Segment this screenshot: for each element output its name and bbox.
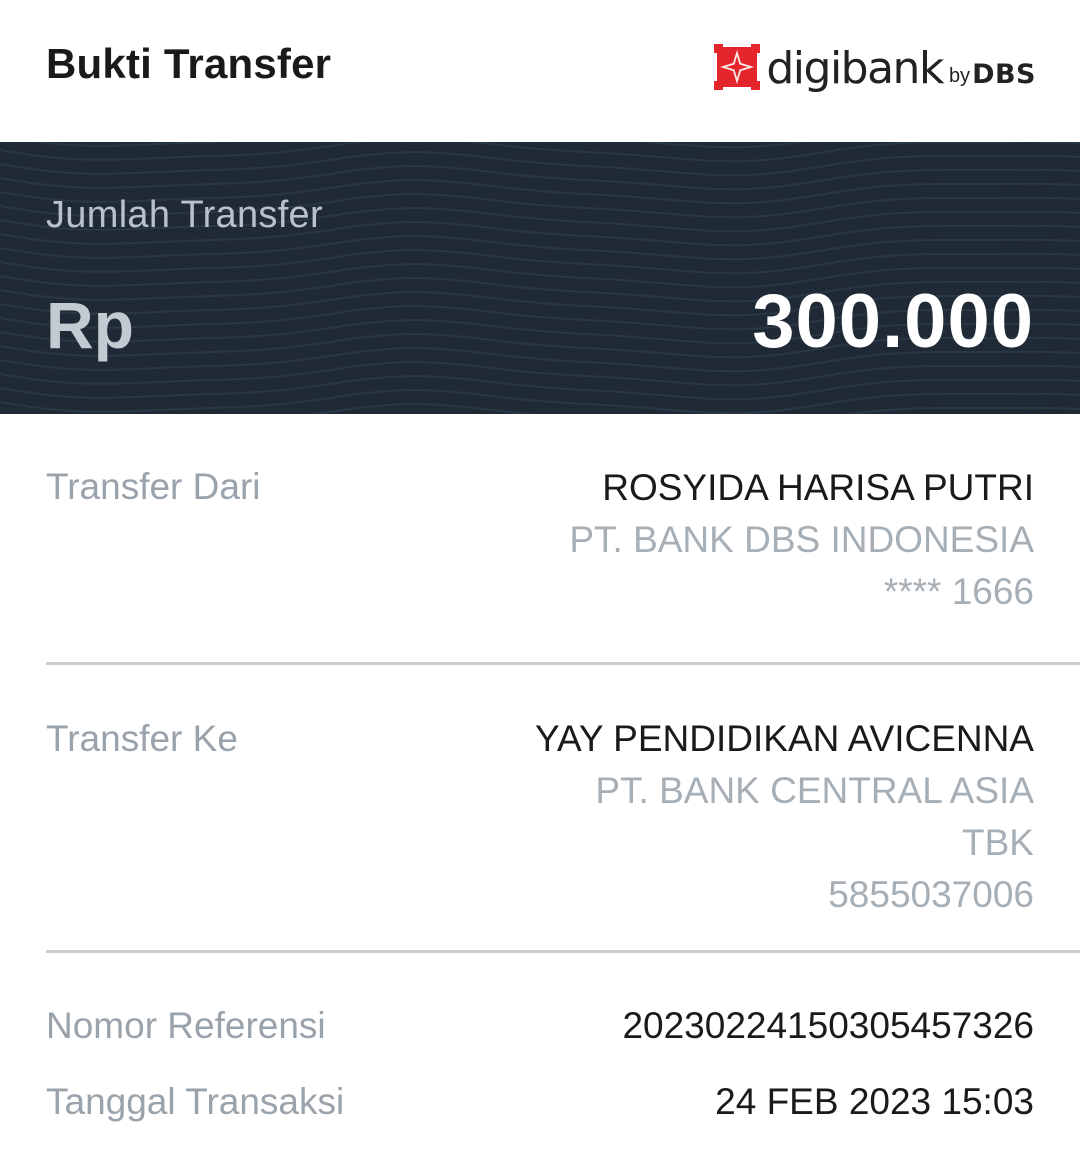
sender-account: **** 1666	[883, 571, 1034, 612]
divider	[46, 950, 1080, 953]
recipient-account: 5855037006	[828, 874, 1034, 915]
brand-name: digibank	[766, 43, 944, 94]
recipient-bank-line2: TBK	[962, 822, 1034, 863]
transfer-to-values: YAY PENDIDIKAN AVICENNA PT. BANK CENTRAL…	[434, 713, 1034, 921]
amount-panel: Jumlah Transfer Rp 300.000	[0, 142, 1080, 414]
brand-logo: digibank by DBS	[714, 38, 1036, 94]
sender-name: ROSYIDA HARISA PUTRI	[602, 467, 1034, 508]
transfer-from-values: ROSYIDA HARISA PUTRI PT. BANK DBS INDONE…	[434, 462, 1034, 618]
sender-bank: PT. BANK DBS INDONESIA	[569, 519, 1034, 560]
reference-value: 20230224150305457326	[622, 1005, 1034, 1046]
brand-by: by	[948, 65, 971, 87]
reference-label: Nomor Referensi	[46, 1005, 326, 1046]
dbs-star-logo-icon	[714, 44, 761, 90]
recipient-bank-line1: PT. BANK CENTRAL ASIA	[595, 770, 1034, 811]
transfer-from-label: Transfer Dari	[46, 466, 261, 507]
transaction-date-label: Tanggal Transaksi	[46, 1081, 345, 1122]
header: Bukti Transfer digibank by DBS	[0, 0, 1080, 142]
transfer-to-label: Transfer Ke	[46, 718, 238, 759]
amount-value: 300.000	[752, 279, 1034, 364]
currency-label: Rp	[46, 288, 134, 362]
transaction-date-value: 24 FEB 2023 15:03	[715, 1081, 1034, 1122]
brand-suffix: DBS	[972, 59, 1036, 90]
page-title: Bukti Transfer	[46, 40, 332, 87]
divider	[46, 662, 1080, 665]
recipient-name: YAY PENDIDIKAN AVICENNA	[535, 718, 1034, 759]
amount-label: Jumlah Transfer	[46, 194, 323, 236]
